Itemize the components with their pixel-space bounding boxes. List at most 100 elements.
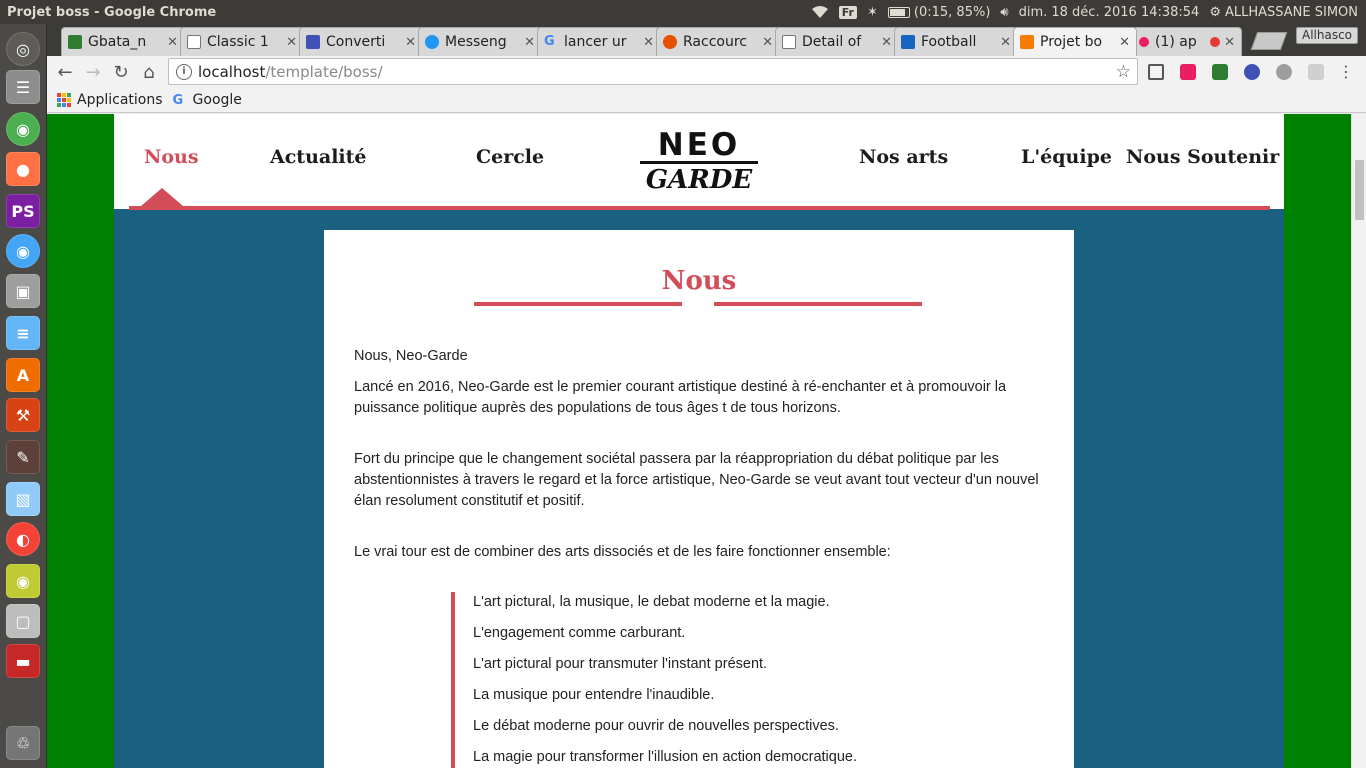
battery-icon [887,6,910,18]
paragraph-combine: Le vrai tour est de combiner des arts di… [354,544,891,560]
virtualbox-icon[interactable]: ▧ [6,482,40,516]
list-item: La musique pour entendre l'inaudible. [473,687,715,703]
tab-shortcuts[interactable]: Raccourc ✕ [656,27,780,56]
chrome-icon[interactable]: ◉ [6,112,40,146]
tab-converter[interactable]: Converti ✕ [299,27,423,56]
forward-button[interactable]: → [79,58,107,86]
reload-button[interactable]: ↻ [107,58,135,86]
new-tab-button[interactable] [1250,32,1288,50]
close-icon[interactable]: ✕ [881,35,892,50]
volume-icon[interactable]: 🔊︎ [1000,5,1008,20]
cast-icon[interactable] [1148,64,1164,80]
close-icon[interactable]: ✕ [524,35,535,50]
settings-tools-icon[interactable]: ⚒ [6,398,40,432]
battery-text: (0:15, 85%) [913,4,991,20]
close-icon[interactable]: ✕ [1224,35,1235,50]
nav-actualite[interactable]: Actualité [270,146,367,168]
close-icon[interactable]: ✕ [167,35,178,50]
download-extension-icon[interactable] [1212,64,1228,80]
card-body: Nous, Neo-Garde Lancé en 2016, Neo-Garde… [354,346,1044,573]
tab-detail[interactable]: Detail of ✕ [775,27,899,56]
logo-garde: GARDE [645,165,753,195]
top-panel: Projet boss - Google Chrome Fr ✶ (0:15, … [0,0,1366,24]
content-card: Nous Nous, Neo-Garde Lancé en 2016, Neo-… [324,230,1074,768]
tab-strip: Gbata_n ✕ Classic 1 ✕ Converti ✕ Messeng ✕ G… [47,24,1366,56]
phpstorm-icon[interactable]: PS [6,194,40,228]
clock[interactable]: dim. 18 déc. 2016 14:38:54 [1019,5,1200,20]
home-button[interactable]: ⌂ [135,58,163,86]
title-rule-left [474,302,682,306]
image-viewer-icon[interactable]: ▣ [6,274,40,308]
keyboard-layout-badge[interactable]: Fr [838,5,857,19]
close-icon[interactable]: ✕ [762,35,773,50]
extension-grey-icon[interactable] [1276,64,1292,80]
extension-light-icon[interactable] [1308,64,1324,80]
color-wheel-icon[interactable]: ◐ [6,522,40,556]
nav-nous[interactable]: Nous [144,146,199,168]
tab-gbata[interactable]: Gbata_n ✕ [61,27,185,56]
nav-cercle[interactable]: Cercle [476,146,544,168]
tab-app[interactable]: (1) ap ✕ [1132,27,1242,56]
close-icon[interactable]: ✕ [405,35,416,50]
bookmark-label: Applications [77,92,163,108]
files-icon[interactable]: ☰ [6,70,40,104]
active-nav-indicator [141,188,183,206]
paragraph-launch: Lancé en 2016, Neo-Garde est le premier … [354,379,1007,416]
color-picker-icon[interactable]: ✎ [6,440,40,474]
writer-icon[interactable]: ≡ [6,316,40,350]
bookmark-applications[interactable]: Applications [57,92,163,108]
bookmark-star-icon[interactable]: ☆ [1116,62,1131,82]
software-center-icon[interactable]: A [6,358,40,392]
nav-nous-soutenir[interactable]: Nous Soutenir [1126,146,1279,168]
nav-nos-arts[interactable]: Nos arts [859,146,948,168]
page-scrollbar[interactable] [1351,114,1366,768]
chromium-icon[interactable]: ◉ [6,234,40,268]
menu-icon[interactable]: ⋮ [1338,64,1354,80]
tab-google-search[interactable]: G lancer ur ✕ [537,27,661,56]
firefox-icon[interactable]: ● [6,152,40,186]
extension-pink-icon[interactable] [1180,64,1196,80]
dash-icon[interactable]: ◎ [6,32,40,66]
nav-equipe[interactable]: L'équipe [1021,146,1112,168]
tab-messenger[interactable]: Messeng ✕ [418,27,542,56]
page-icon [782,35,796,49]
profile-button[interactable]: Allhasco [1296,27,1358,44]
site-container: Nous Actualité Cercle NEO GARDE Nos arts… [114,114,1284,768]
tab-classic[interactable]: Classic 1 ✕ [180,27,304,56]
back-button[interactable]: ← [51,58,79,86]
camera-icon[interactable]: ▢ [6,604,40,638]
title-rule-right [714,302,922,306]
session-menu[interactable]: ⚙ ALLHASSANE SIMON [1209,5,1358,20]
media-app-icon[interactable]: ▬ [6,644,40,678]
bluetooth-icon[interactable]: ✶ [867,5,878,20]
browser-window: Gbata_n ✕ Classic 1 ✕ Converti ✕ Messeng ✕ G… [47,24,1366,768]
messenger-icon [425,35,439,49]
close-icon[interactable]: ✕ [1119,35,1130,50]
battery-indicator[interactable]: (0:15, 85%) [887,4,991,20]
tab-football[interactable]: Football ✕ [894,27,1018,56]
arts-blockquote: L'art pictural, la musique, le debat mod… [451,592,1011,768]
tab-projet-boss[interactable]: Projet bo ✕ [1013,27,1137,56]
app-icon [1139,37,1149,47]
pocket-icon[interactable] [1244,64,1260,80]
wifi-icon[interactable] [811,5,829,19]
list-item: La magie pour transformer l'illusion en … [473,749,857,765]
list-item: Le débat moderne pour ouvrir de nouvelle… [473,718,839,734]
list-item: L'art pictural, la musique, le debat mod… [473,594,830,610]
music-player-icon[interactable]: ◉ [6,564,40,598]
nav-underline [129,206,1270,210]
google-icon: G [172,93,184,108]
trash-icon[interactable]: ♲ [6,726,40,760]
info-icon[interactable]: i [176,63,192,80]
google-icon: G [544,34,555,49]
address-path: /template/boss/ [265,62,383,81]
scrollbar-thumb[interactable] [1355,160,1364,220]
close-icon[interactable]: ✕ [286,35,297,50]
bookmark-google[interactable]: G Google [173,92,242,108]
neo-garde-logo[interactable]: NEO GARDE [640,130,758,204]
list-item: L'engagement comme carburant. [473,625,686,641]
close-icon[interactable]: ✕ [643,35,654,50]
window-title: Projet boss - Google Chrome [7,4,217,20]
address-bar[interactable]: i localhost/template/boss/ ☆ [168,58,1138,85]
close-icon[interactable]: ✕ [1000,35,1011,50]
